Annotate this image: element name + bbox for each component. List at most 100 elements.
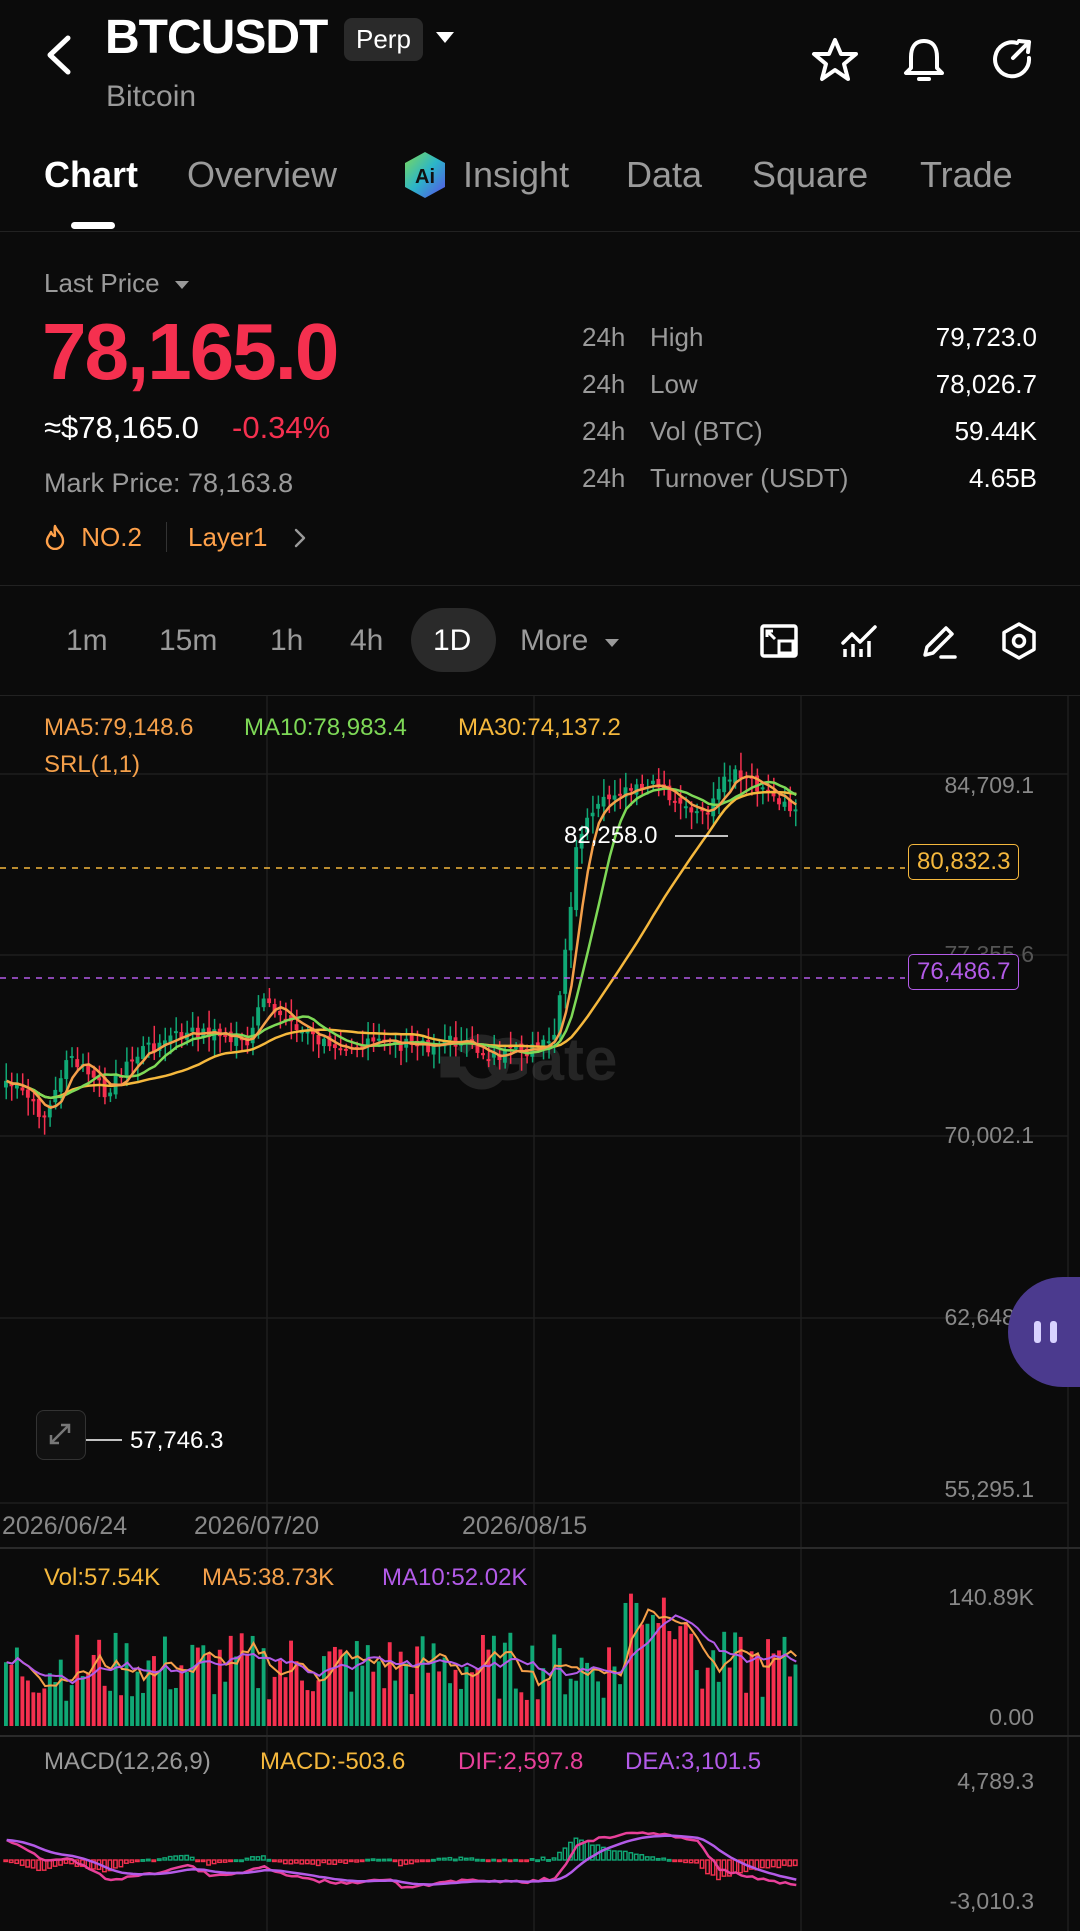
back-arrow-icon[interactable] xyxy=(40,30,80,80)
macd-histogram-bar xyxy=(759,1859,765,1869)
candle-body xyxy=(371,1037,376,1042)
timeframe-1m[interactable]: 1m xyxy=(66,624,108,658)
rank-badge[interactable]: NO.2 xyxy=(44,522,142,553)
macd-histogram-bar xyxy=(524,1859,530,1863)
contract-type-badge[interactable]: Perp xyxy=(344,18,423,61)
macd-histogram-bar xyxy=(315,1859,321,1867)
volume-bar xyxy=(267,1699,272,1726)
flame-icon xyxy=(45,524,65,551)
stat-high: 24h High 79,723.0 xyxy=(582,322,1037,362)
tab-chart[interactable]: Chart xyxy=(44,154,138,196)
last-price-dropdown[interactable]: Last Price xyxy=(44,268,191,299)
volume-bar xyxy=(568,1678,573,1726)
timeframe-bar: 1m 15m 1h 4h 1D More xyxy=(0,586,1080,696)
macd-histogram-bar xyxy=(381,1858,387,1862)
volume-bar xyxy=(760,1696,765,1726)
tab-data[interactable]: Data xyxy=(626,154,702,196)
timeframe-4h[interactable]: 4h xyxy=(350,624,383,658)
volume-bar xyxy=(793,1664,798,1726)
stat-prefix: 24h xyxy=(582,369,626,399)
candle-body xyxy=(618,793,622,796)
tab-square[interactable]: Square xyxy=(752,154,868,196)
macd-histogram-bar xyxy=(441,1857,447,1861)
candle-body xyxy=(332,1044,337,1049)
tab-trade[interactable]: Trade xyxy=(920,154,1013,196)
macd-histogram-bar xyxy=(721,1859,727,1877)
volume-bar xyxy=(574,1680,579,1726)
stat-label: Low xyxy=(650,369,698,399)
purple-price-tag[interactable]: 76,486.7 xyxy=(908,954,1020,990)
last-price-value: 78,165.0 xyxy=(42,307,339,396)
caret-down-icon xyxy=(174,281,189,289)
stat-value: 4.65B xyxy=(969,463,1037,493)
macd-histogram-bar xyxy=(134,1859,140,1863)
volume-bar xyxy=(108,1690,113,1726)
y-tick: 70,002.1 xyxy=(944,1122,1034,1148)
symbol-title[interactable]: BTCUSDT xyxy=(105,10,328,65)
macd-histogram-bar xyxy=(398,1859,403,1867)
expand-chart-button[interactable] xyxy=(36,1410,86,1460)
volume-bar xyxy=(590,1666,595,1726)
candle-body xyxy=(168,1035,173,1043)
sector-link[interactable]: Layer1 xyxy=(188,522,309,553)
macd-histogram-bar xyxy=(8,1859,14,1864)
more-timeframes-dropdown[interactable]: More xyxy=(520,624,621,658)
volume-bar xyxy=(190,1644,195,1726)
volume-bar xyxy=(755,1653,760,1726)
timeframe-1h[interactable]: 1h xyxy=(270,624,303,658)
macd-histogram-bar xyxy=(584,1841,590,1861)
star-icon[interactable] xyxy=(811,36,859,84)
macd-histogram-bar xyxy=(485,1859,491,1863)
candle-body xyxy=(75,1059,80,1068)
orange-price-tag[interactable]: 80,832.3 xyxy=(908,844,1020,880)
volume-bar xyxy=(601,1697,606,1726)
volume-bar xyxy=(475,1668,480,1726)
macd-histogram-bar xyxy=(617,1850,623,1861)
macd-histogram-bar xyxy=(118,1859,124,1868)
macd-histogram-bar xyxy=(392,1859,398,1863)
macd-histogram-bar xyxy=(217,1859,223,1864)
candle-body xyxy=(716,788,721,800)
caret-down-icon[interactable] xyxy=(434,26,456,48)
volume-bar xyxy=(782,1636,787,1726)
timeframe-15m[interactable]: 15m xyxy=(159,624,217,658)
tab-insight[interactable]: Insight xyxy=(463,154,569,196)
candle-body xyxy=(256,1007,261,1026)
macd-histogram-bar xyxy=(233,1859,239,1863)
chart-area[interactable]: Gate MA5:79,148.6 MA10:78,983.4 MA30:74,… xyxy=(0,696,1080,1931)
candle-body xyxy=(574,847,579,911)
volume-bar xyxy=(546,1680,551,1726)
candle-body xyxy=(316,1034,321,1045)
macd-histogram-bar xyxy=(25,1859,31,1868)
ai-insight-icon: Ai xyxy=(405,152,445,198)
stat-low: 24h Low 78,026.7 xyxy=(582,369,1037,409)
settings-icon[interactable] xyxy=(999,621,1039,661)
candlestick-chart[interactable]: Gate xyxy=(0,696,1080,1931)
tab-overview[interactable]: Overview xyxy=(187,154,337,196)
bell-icon[interactable] xyxy=(900,36,948,84)
volume-bar xyxy=(168,1689,173,1726)
refresh-share-icon[interactable] xyxy=(989,36,1037,84)
timeframe-1d[interactable]: 1D xyxy=(433,624,471,658)
ma5-label: MA5:79,148.6 xyxy=(44,714,194,741)
volume-bar xyxy=(316,1680,321,1726)
volume-bar xyxy=(53,1682,58,1726)
macd-histogram-bar xyxy=(639,1854,645,1861)
stat-volume: 24h Vol (BTC) 59.44K xyxy=(582,416,1037,456)
macd-histogram-bar xyxy=(348,1859,354,1863)
volume-bar xyxy=(228,1635,233,1726)
candle-body xyxy=(705,812,710,815)
candle-body xyxy=(568,906,573,951)
pencil-draw-icon[interactable] xyxy=(919,621,959,661)
landscape-toggle-icon[interactable] xyxy=(759,621,799,661)
volume-bar xyxy=(744,1692,749,1726)
indicators-icon[interactable] xyxy=(839,621,879,661)
volume-bar xyxy=(20,1676,25,1726)
candle-body xyxy=(135,1056,140,1064)
macd-histogram-bar xyxy=(304,1859,310,1865)
macd-histogram-bar xyxy=(228,1859,233,1863)
macd-histogram-bar xyxy=(469,1857,475,1861)
macd-min-tick: -3,010.3 xyxy=(949,1888,1034,1914)
macd-histogram-bar xyxy=(491,1858,497,1862)
macd-histogram-bar xyxy=(14,1859,20,1865)
